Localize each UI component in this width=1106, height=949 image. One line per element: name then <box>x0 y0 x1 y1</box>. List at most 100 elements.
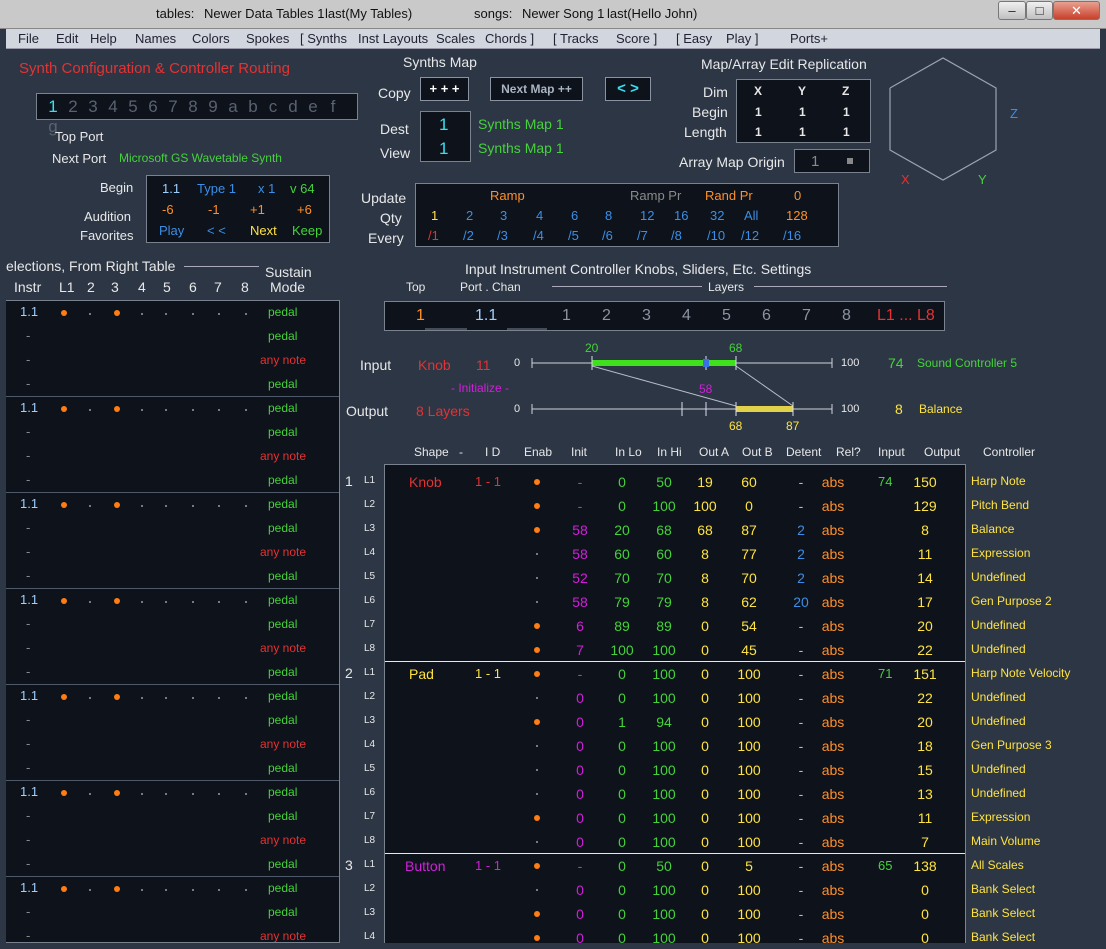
controller-name[interactable]: Harp Note Velocity <box>971 666 1070 680</box>
controller-id[interactable]: 1 - 1 <box>475 858 501 873</box>
maximize-button[interactable]: □ <box>1026 1 1053 20</box>
cell-lo[interactable]: 0 <box>607 498 637 514</box>
enabled-dot-icon[interactable] <box>534 647 540 653</box>
qty-option-6[interactable]: 12 <box>640 208 654 223</box>
cell-init[interactable]: 58 <box>565 522 595 538</box>
layer-4[interactable]: 4 <box>682 307 691 325</box>
cell-det[interactable]: - <box>786 690 816 706</box>
layer-off-dot-icon[interactable] <box>89 601 91 603</box>
layer-off-dot-icon[interactable] <box>245 313 247 315</box>
cell-hi[interactable]: 100 <box>649 810 679 826</box>
layer-off-dot-icon[interactable] <box>192 409 194 411</box>
instr-1[interactable]: 1.1 <box>20 400 38 415</box>
layer-off-dot-icon[interactable] <box>165 505 167 507</box>
cell-b[interactable]: 100 <box>734 810 764 826</box>
cell-hi[interactable]: 100 <box>649 666 679 682</box>
initialize-label[interactable]: - Initialize - <box>451 381 509 395</box>
cell-init[interactable]: 58 <box>565 546 595 562</box>
cell-det[interactable]: - <box>786 906 816 922</box>
cell-det[interactable]: - <box>786 762 816 778</box>
cell-hi[interactable]: 100 <box>649 738 679 754</box>
menu-scales[interactable]: Scales <box>436 31 475 46</box>
cell-b[interactable]: 100 <box>734 882 764 898</box>
controller-name[interactable]: Gen Purpose 2 <box>971 594 1052 608</box>
cell-b[interactable]: 100 <box>734 666 764 682</box>
map-line-lo[interactable] <box>591 365 737 407</box>
menu-help[interactable]: Help <box>90 31 117 46</box>
cell-a[interactable]: 68 <box>690 522 720 538</box>
cell-b[interactable]: 100 <box>734 930 764 943</box>
rep-length-y[interactable]: 1 <box>799 125 806 139</box>
keep-button[interactable]: Keep <box>292 223 322 238</box>
channel-9[interactable]: 9 <box>203 97 223 117</box>
sustain-mode[interactable]: pedal <box>268 329 297 343</box>
sustain-mode[interactable]: pedal <box>268 905 297 919</box>
sustain-mode[interactable]: any note <box>260 353 306 367</box>
cell-lo[interactable]: 0 <box>607 786 637 802</box>
cell-b[interactable]: 100 <box>734 690 764 706</box>
layer-off-dot-icon[interactable] <box>165 409 167 411</box>
cell-out[interactable]: 22 <box>910 690 940 706</box>
cell-a[interactable]: 0 <box>690 642 720 658</box>
cell-b[interactable]: 45 <box>734 642 764 658</box>
cell-hi[interactable]: 70 <box>649 570 679 586</box>
qty-option-2[interactable]: 3 <box>500 208 507 223</box>
sustain-mode[interactable]: pedal <box>268 377 297 391</box>
controller-name[interactable]: Undefined <box>971 714 1026 728</box>
enabled-dot-icon[interactable] <box>534 863 540 869</box>
cell-a[interactable]: 0 <box>690 714 720 730</box>
play-button[interactable]: Play <box>159 223 184 238</box>
layer-off-dot-icon[interactable] <box>245 697 247 699</box>
input-position-marker[interactable] <box>703 359 709 367</box>
layer-off-dot-icon[interactable] <box>192 793 194 795</box>
shape-pad[interactable]: Pad <box>409 666 434 682</box>
controller-name[interactable]: Pitch Bend <box>971 498 1029 512</box>
begin-multiplier[interactable]: x 1 <box>258 181 275 196</box>
disabled-dot-icon[interactable] <box>536 889 538 891</box>
sustain-mode[interactable]: any note <box>260 833 306 847</box>
cell-rel[interactable]: abs <box>818 498 848 514</box>
layer-off-dot-icon[interactable] <box>192 313 194 315</box>
cell-rel[interactable]: abs <box>818 618 848 634</box>
layer-off-dot-icon[interactable] <box>141 601 143 603</box>
layer-on-dot-icon[interactable] <box>114 310 120 316</box>
copy-button[interactable]: + + + <box>420 77 469 101</box>
sustain-mode[interactable]: pedal <box>268 473 297 487</box>
layer-off-dot-icon[interactable] <box>245 505 247 507</box>
cell-b[interactable]: 0 <box>734 498 764 514</box>
layer-off-dot-icon[interactable] <box>192 697 194 699</box>
cell-b[interactable]: 62 <box>734 594 764 610</box>
cell-hi[interactable]: 79 <box>649 594 679 610</box>
instr-3[interactable]: 1.1 <box>20 592 38 607</box>
cell-a[interactable]: 8 <box>690 570 720 586</box>
controller-id[interactable]: 1 - 1 <box>475 474 501 489</box>
layer-off-dot-icon[interactable] <box>89 409 91 411</box>
layer-off-dot-icon[interactable] <box>218 697 220 699</box>
cell-hi[interactable]: 100 <box>649 498 679 514</box>
songs-last[interactable]: last(Hello John) <box>607 6 697 21</box>
layer-6[interactable]: 6 <box>762 307 771 325</box>
rep-begin-z[interactable]: 1 <box>843 105 850 119</box>
channel-a[interactable]: a <box>223 97 243 117</box>
layer-on-dot-icon[interactable] <box>61 310 67 316</box>
cell-det[interactable]: - <box>786 618 816 634</box>
cell-b[interactable]: 60 <box>734 474 764 490</box>
every-option-5[interactable]: /6 <box>602 228 613 243</box>
cell-rel[interactable]: abs <box>818 882 848 898</box>
every-option-10[interactable]: /16 <box>783 228 801 243</box>
cell-a[interactable]: 19 <box>690 474 720 490</box>
cell-rel[interactable]: abs <box>818 834 848 850</box>
cell-lo[interactable]: 0 <box>607 834 637 850</box>
layer-off-dot-icon[interactable] <box>165 889 167 891</box>
controller-name[interactable]: Gen Purpose 3 <box>971 738 1052 752</box>
origin-field[interactable]: 1 <box>794 149 870 173</box>
cell-hi[interactable]: 100 <box>649 642 679 658</box>
layer-off-dot-icon[interactable] <box>245 409 247 411</box>
layer-3[interactable]: 3 <box>642 307 651 325</box>
disabled-dot-icon[interactable] <box>536 553 538 555</box>
cell-out[interactable]: 129 <box>910 498 940 514</box>
menu-play[interactable]: Play ] <box>726 31 759 46</box>
cell-a[interactable]: 0 <box>690 762 720 778</box>
channel-e[interactable]: e <box>303 97 323 117</box>
every-option-0[interactable]: /1 <box>428 228 439 243</box>
